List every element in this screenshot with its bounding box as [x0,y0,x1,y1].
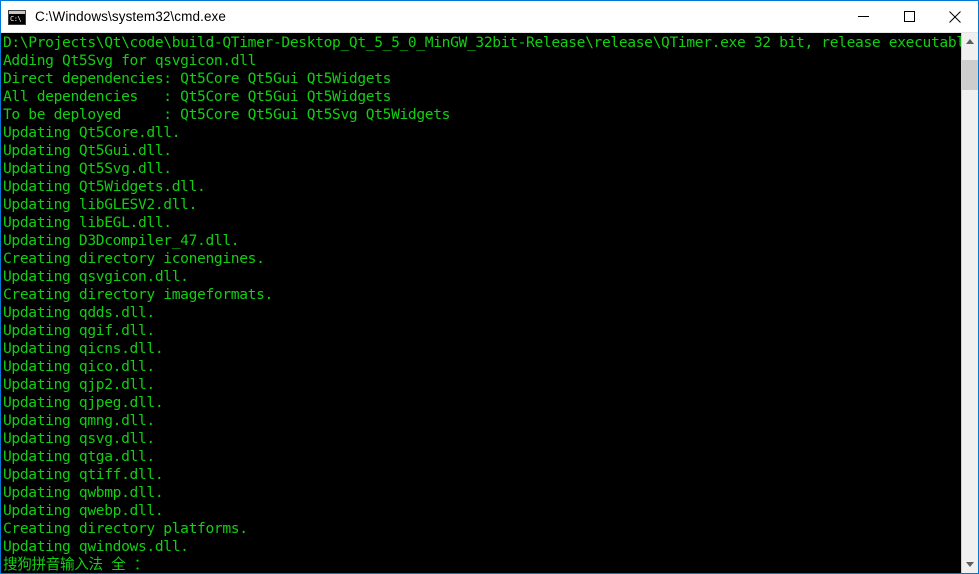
console-line: Updating Qt5Widgets.dll. [3,178,206,195]
console-line: Updating libEGL.dll. [3,214,172,231]
window-controls [840,1,978,32]
console-output[interactable]: D:\Projects\Qt\code\build-QTimer-Desktop… [1,33,961,573]
console-line: Updating qico.dll. [3,358,155,375]
close-button[interactable] [932,1,978,32]
console-line: Updating qwindows.dll. [3,538,189,555]
console-line: Adding Qt5Svg for qsvgicon.dll [3,52,257,69]
console-line: Updating Qt5Core.dll. [3,124,181,141]
console-line: Updating qjp2.dll. [3,376,155,393]
cmd-console-icon: C:\ [6,6,28,28]
vertical-scrollbar[interactable] [961,33,978,573]
console-line: All dependencies : Qt5Core Qt5Gui Qt5Wid… [3,88,392,105]
minimize-button[interactable] [840,1,886,32]
scrollbar-thumb[interactable] [962,60,978,90]
console-line: Creating directory iconengines. [3,250,265,267]
console-line: Updating qdds.dll. [3,304,155,321]
maximize-button[interactable] [886,1,932,32]
maximize-icon [903,11,915,22]
console-area[interactable]: D:\Projects\Qt\code\build-QTimer-Desktop… [1,33,978,573]
console-line: Updating libGLESV2.dll. [3,196,198,213]
scroll-up-arrow-icon [966,39,974,44]
console-line: Updating qjpeg.dll. [3,394,164,411]
close-icon [949,10,961,23]
console-line: Updating qicns.dll. [3,340,164,357]
scroll-down-button[interactable] [962,556,978,573]
title-bar[interactable]: C:\ C:\Windows\system32\cmd.exe [1,1,978,33]
cmd-window: C:\ C:\Windows\system32\cmd.exe D:\Proje… [0,0,979,574]
console-line: Updating qtiff.dll. [3,466,164,483]
console-line: 搜狗拼音输入法 全 ： [3,556,149,573]
console-line: Updating qmng.dll. [3,412,155,429]
console-line: To be deployed : Qt5Core Qt5Gui Qt5Svg Q… [3,106,451,123]
scrollbar-track[interactable] [962,50,978,556]
console-line: Updating Qt5Svg.dll. [3,160,172,177]
console-line: Updating qtga.dll. [3,448,155,465]
console-line: D:\Projects\Qt\code\build-QTimer-Desktop… [3,34,961,51]
console-line: Creating directory imageformats. [3,286,273,303]
console-line: Updating Qt5Gui.dll. [3,142,172,159]
console-line: Updating qgif.dll. [3,322,155,339]
console-line: Updating qwebp.dll. [3,502,164,519]
scroll-up-button[interactable] [962,33,978,50]
console-line: Creating directory platforms. [3,520,248,537]
cmd-icon-prompt-text: C:\ [10,14,22,23]
console-line: Updating D3Dcompiler_47.dll. [3,232,240,249]
console-line: Updating qsvg.dll. [3,430,155,447]
minimize-icon [857,16,869,17]
cmd-icon-titlebar-strip [9,10,25,14]
scroll-down-arrow-icon [966,562,974,567]
console-line: Updating qwbmp.dll. [3,484,164,501]
window-title: C:\Windows\system32\cmd.exe [35,9,227,24]
console-line: Direct dependencies: Qt5Core Qt5Gui Qt5W… [3,70,392,87]
console-line: Updating qsvgicon.dll. [3,268,189,285]
